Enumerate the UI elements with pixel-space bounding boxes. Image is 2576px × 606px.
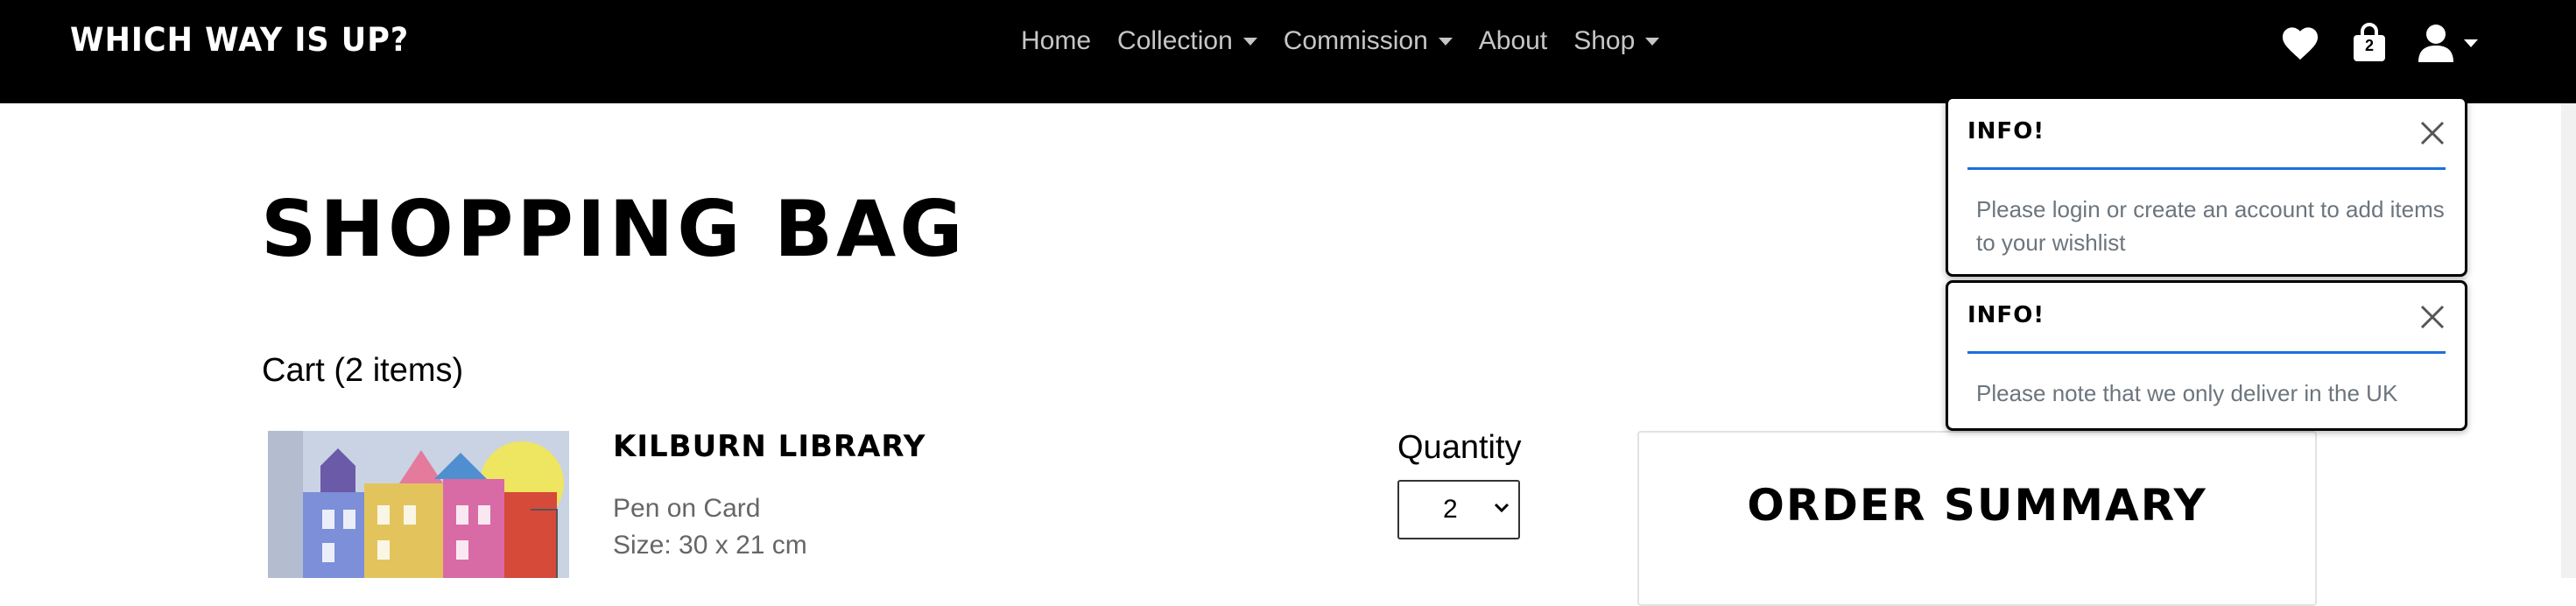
order-summary-title: Order Summary xyxy=(1747,480,2207,531)
cart-count: Cart (2 items) xyxy=(262,352,464,389)
nav-link-home[interactable]: Home xyxy=(1021,26,1091,56)
caret-down-icon xyxy=(1438,37,1453,46)
bag-count-badge: 2 xyxy=(2364,37,2374,54)
product-medium: Pen on Card xyxy=(613,494,761,523)
toast-title: Info! xyxy=(1967,302,2045,328)
account-menu-button[interactable] xyxy=(2418,24,2478,62)
order-summary-card: Order Summary xyxy=(1637,431,2317,606)
heart-icon xyxy=(2282,27,2319,60)
nav-link-label: About xyxy=(1478,26,1548,55)
shopping-bag-button[interactable]: 2 xyxy=(2352,23,2387,63)
product-name[interactable]: Kilburn Library xyxy=(613,429,926,464)
toast-delivery-info: Info! Please note that we only deliver i… xyxy=(1946,280,2467,431)
nav-icons: 2 xyxy=(2280,23,2509,63)
nav-link-shop[interactable]: Shop xyxy=(1573,26,1660,56)
toast-message: Please login or create an account to add… xyxy=(1976,196,2445,256)
toast-message: Please note that we only deliver in the … xyxy=(1976,380,2398,406)
toast-wishlist-login: Info! Please login or create an account … xyxy=(1946,96,2467,277)
quantity-label: Quantity xyxy=(1397,429,1522,466)
page-title: Shopping Bag xyxy=(261,184,967,274)
nav-link-label: Home xyxy=(1021,26,1092,55)
user-icon xyxy=(2418,25,2453,62)
toast-header: Info! xyxy=(1967,283,2446,354)
chevron-down-icon xyxy=(1494,503,1510,513)
toast-title: Info! xyxy=(1967,118,2045,144)
caret-down-icon xyxy=(1242,37,1257,46)
brand-logo[interactable]: Which Way Is Up? xyxy=(70,21,409,59)
scrollbar[interactable] xyxy=(2561,103,2576,578)
nav-link-collection[interactable]: Collection xyxy=(1117,26,1257,56)
product-image[interactable] xyxy=(268,431,569,578)
nav-link-about[interactable]: About xyxy=(1479,26,1547,56)
close-icon[interactable] xyxy=(2419,304,2446,330)
navbar: Which Way Is Up? Home Collection Commiss… xyxy=(0,0,2576,103)
nav-link-label: Commission xyxy=(1283,26,1428,55)
quantity-select[interactable]: 2 xyxy=(1397,480,1520,539)
caret-down-icon xyxy=(2464,39,2478,47)
wishlist-button[interactable] xyxy=(2280,25,2320,61)
nav-link-label: Collection xyxy=(1117,26,1233,55)
nav-link-label: Shop xyxy=(1573,26,1636,55)
product-size: Size: 30 x 21 cm xyxy=(613,531,807,560)
toast-header: Info! xyxy=(1967,99,2446,170)
close-icon[interactable] xyxy=(2419,120,2446,146)
nav-links: Home Collection Commission About Shop xyxy=(1021,26,1686,56)
quantity-value: 2 xyxy=(1443,495,1458,524)
caret-down-icon xyxy=(1645,37,1660,46)
nav-link-commission[interactable]: Commission xyxy=(1284,26,1453,56)
